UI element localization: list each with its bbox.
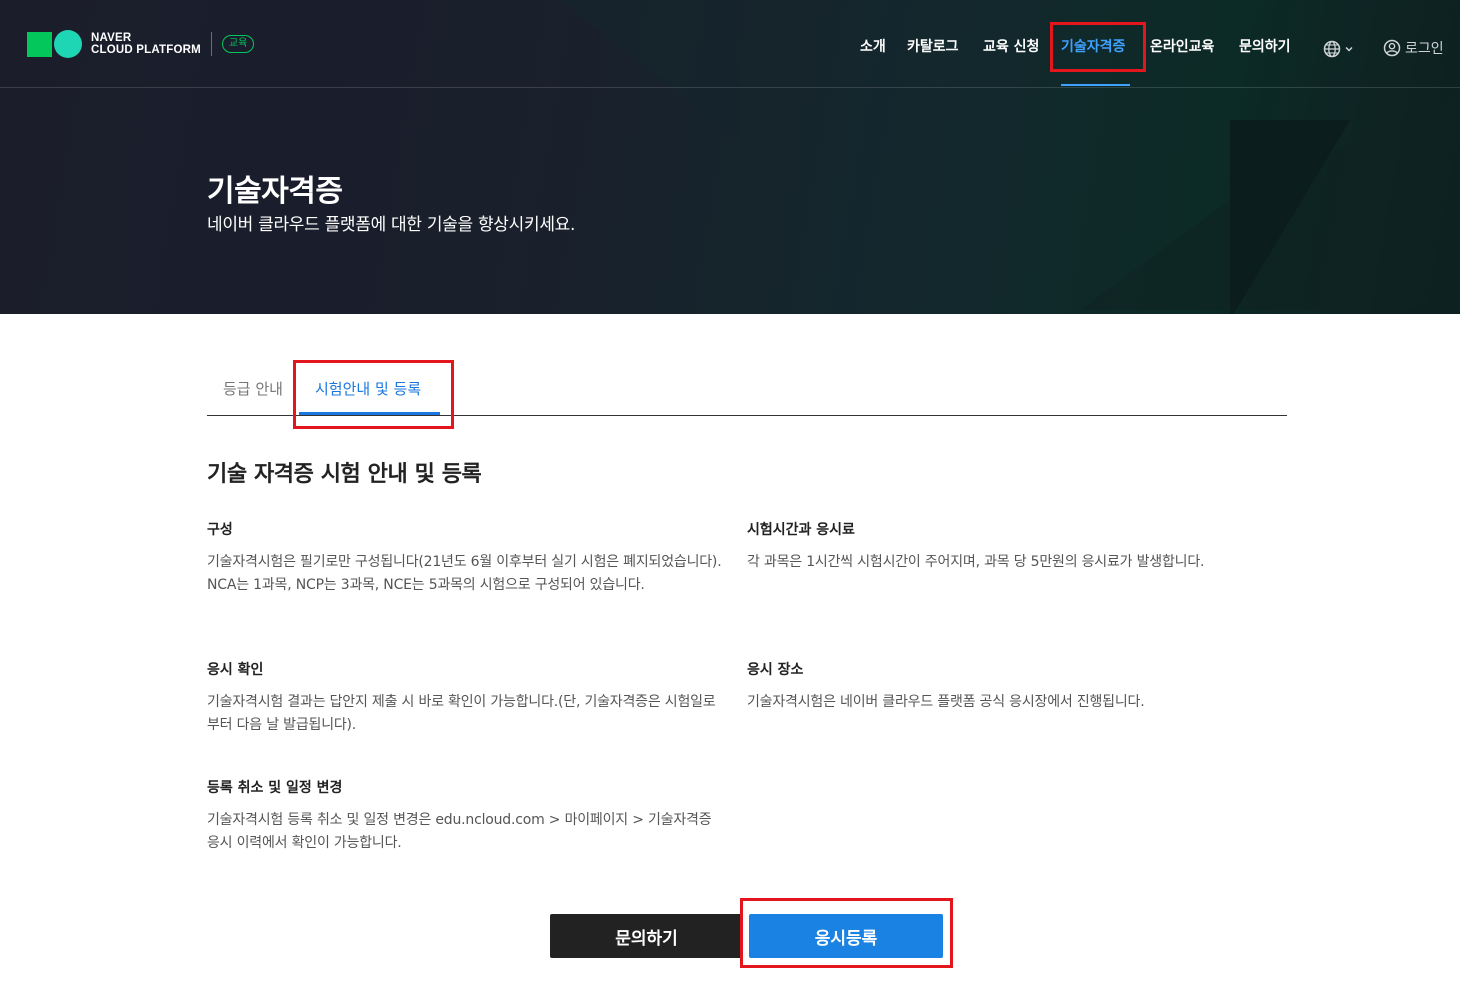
language-selector[interactable] [1323,40,1354,58]
chevron-down-icon [1345,46,1353,52]
info-block-body: 기술자격시험은 필기로만 구성됩니다(21년도 6월 이후부터 실기 시험은 폐… [207,554,722,593]
logo-wordmark: NAVER CLOUD PLATFORM [91,32,201,56]
logo-text-platform: CLOUD PLATFORM [91,44,201,56]
hero-banner: NAVER CLOUD PLATFORM 교육 소개 카탈로그 교육 신청 기술… [0,0,1460,314]
info-block-body: 기술자격시험 결과는 답안지 제출 시 바로 확인이 가능합니다.(단, 기술자… [207,694,716,733]
hero-decoration [1230,120,1350,314]
naver-cloud-logo[interactable]: NAVER CLOUD PLATFORM 교육 [27,30,255,58]
info-block-body: 각 과목은 1시간씩 시험시간이 주어지며, 과목 당 5만원의 응시료가 발생… [747,554,1205,570]
info-block-location: 응시 장소 기술자격시험은 네이버 클라우드 플랫폼 공식 응시장에서 진행됩니… [747,659,1247,714]
login-button[interactable]: 로그인 [1383,38,1444,58]
info-block-body: 기술자격시험 등록 취소 및 일정 변경은 edu.ncloud.com > 마… [207,812,712,851]
highlight-box-tab [293,360,454,429]
login-label: 로그인 [1405,41,1444,57]
page-title: 기술자격증 [207,174,343,209]
logo-text-naver: NAVER [91,32,132,44]
user-circle-icon [1383,39,1401,57]
highlight-box-nav [1050,22,1146,72]
logo-square-icon [27,31,52,57]
section-title: 기술 자격증 시험 안내 및 등록 [207,462,482,487]
nav-item-inquiry[interactable]: 문의하기 [1239,36,1291,58]
highlight-box-register [740,898,953,968]
info-block-title: 등록 취소 및 일정 변경 [207,780,343,796]
info-block-title: 시험시간과 응시료 [747,522,855,538]
nav-item-apply[interactable]: 교육 신청 [983,36,1039,58]
tab-grade-info[interactable]: 등급 안내 [223,378,283,399]
info-block-title: 응시 장소 [747,662,804,678]
info-block-title: 응시 확인 [207,662,264,678]
logo-divider [210,32,212,56]
header-divider [0,87,1460,88]
nav-active-underline [1061,84,1130,86]
globe-icon [1323,40,1341,58]
inquiry-button[interactable]: 문의하기 [550,914,743,958]
info-block-composition: 구성 기술자격시험은 필기로만 구성됩니다(21년도 6월 이후부터 실기 시험… [207,519,727,596]
info-block-body: 기술자격시험은 네이버 클라우드 플랫폼 공식 응시장에서 진행됩니다. [747,694,1145,710]
page-subtitle: 네이버 클라우드 플랫폼에 대한 기술을 향상시키세요. [207,215,576,235]
info-block-time-fee: 시험시간과 응시료 각 과목은 1시간씩 시험시간이 주어지며, 과목 당 5만… [747,519,1247,574]
nav-item-catalog[interactable]: 카탈로그 [907,36,959,58]
nav-item-online-edu[interactable]: 온라인교육 [1150,36,1214,58]
nav-item-intro[interactable]: 소개 [860,36,886,58]
logo-circle-icon [54,30,82,58]
edu-badge: 교육 [221,35,255,53]
info-block-result-check: 응시 확인 기술자격시험 결과는 답안지 제출 시 바로 확인이 가능합니다.(… [207,659,727,736]
info-block-title: 구성 [207,522,233,538]
info-block-cancel-change: 등록 취소 및 일정 변경 기술자격시험 등록 취소 및 일정 변경은 edu.… [207,777,727,854]
hero-decoration [560,0,740,140]
